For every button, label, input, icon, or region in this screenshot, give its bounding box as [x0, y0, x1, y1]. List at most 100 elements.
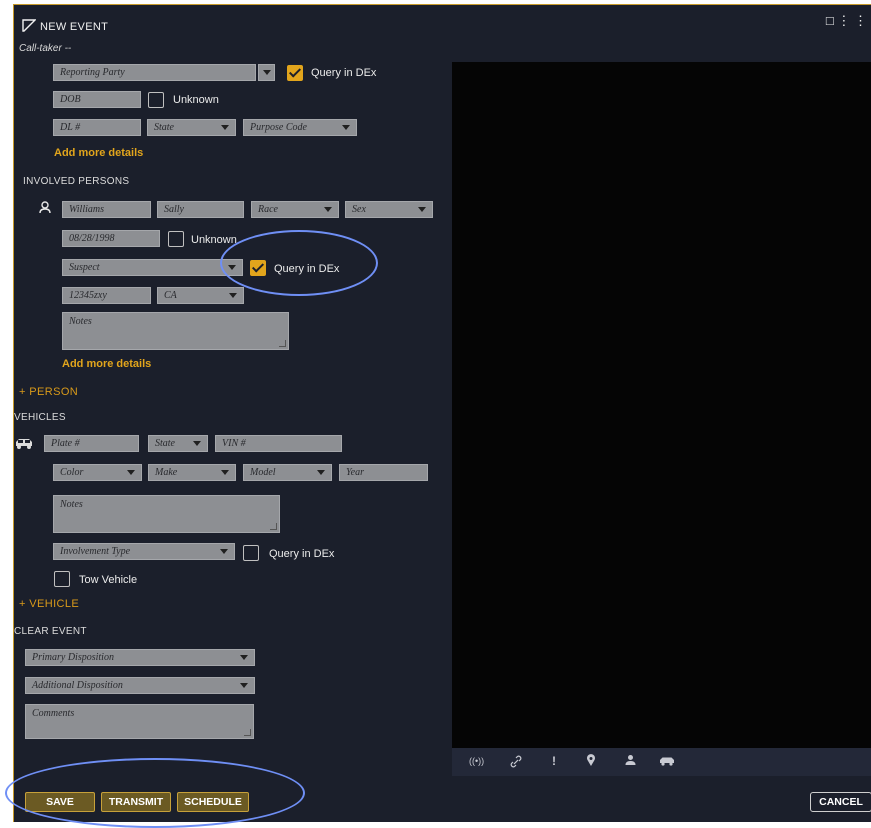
- vehicle-vin-input[interactable]: VIN #: [215, 435, 342, 452]
- person-icon[interactable]: [625, 754, 636, 766]
- person-sex-select[interactable]: Sex: [345, 201, 433, 218]
- person-race-select[interactable]: Race: [251, 201, 339, 218]
- primary-disposition-placeholder: Primary Disposition: [32, 652, 114, 663]
- resize-grip-icon[interactable]: [270, 523, 277, 530]
- resize-grip-icon[interactable]: [244, 729, 251, 736]
- dob-input[interactable]: DOB: [53, 91, 141, 108]
- comments-textarea[interactable]: Comments: [25, 704, 254, 739]
- vehicle-state-select[interactable]: State: [148, 435, 208, 452]
- chevron-down-icon: [228, 265, 236, 270]
- person-id-value: 12345zxy: [69, 290, 107, 301]
- person-query-dex-label: Query in DEx: [274, 263, 340, 275]
- chevron-down-icon: [418, 207, 426, 212]
- person-race-placeholder: Race: [258, 204, 278, 215]
- chevron-down-icon: [240, 655, 248, 660]
- person-notes-textarea[interactable]: Notes: [62, 312, 289, 350]
- map-preview-pane[interactable]: [452, 62, 871, 748]
- chevron-down-icon: [317, 470, 325, 475]
- vehicle-color-select[interactable]: Color: [53, 464, 142, 481]
- person-first-name-input[interactable]: Sally: [157, 201, 244, 218]
- vehicle-year-input[interactable]: Year: [339, 464, 428, 481]
- alert-icon[interactable]: !: [552, 754, 556, 768]
- person-query-dex-checkbox[interactable]: [250, 260, 266, 276]
- reporting-add-more-details-link[interactable]: Add more details: [54, 147, 143, 159]
- person-first-name-value: Sally: [164, 204, 184, 215]
- dl-number-input[interactable]: DL #: [53, 119, 141, 136]
- reporting-query-dex-checkbox[interactable]: [287, 65, 303, 81]
- additional-disposition-placeholder: Additional Disposition: [32, 680, 123, 691]
- person-state-value: CA: [164, 290, 177, 301]
- additional-disposition-select[interactable]: Additional Disposition: [25, 677, 255, 694]
- reporting-party-dropdown-button[interactable]: [258, 64, 275, 81]
- reporting-party-select[interactable]: Reporting Party: [53, 64, 256, 81]
- cancel-button[interactable]: CANCEL: [810, 792, 871, 812]
- person-add-more-details-link[interactable]: Add more details: [62, 358, 151, 370]
- event-toolbar: ((•)) !: [452, 748, 871, 776]
- comments-placeholder: Comments: [32, 708, 75, 719]
- vehicle-query-dex-label: Query in DEx: [269, 548, 335, 560]
- person-dob-unknown-label: Unknown: [191, 234, 237, 246]
- chevron-down-icon: [220, 549, 228, 554]
- primary-disposition-select[interactable]: Primary Disposition: [25, 649, 255, 666]
- vehicle-make-select[interactable]: Make: [148, 464, 236, 481]
- vehicle-model-select[interactable]: Model: [243, 464, 332, 481]
- close-icon[interactable]: ⋮: [854, 13, 867, 28]
- chevron-down-icon: [229, 293, 237, 298]
- vehicle-query-dex-checkbox[interactable]: [243, 545, 259, 561]
- vehicle-notes-textarea[interactable]: Notes: [53, 495, 280, 533]
- vehicle-make-placeholder: Make: [155, 467, 178, 478]
- more-options-icon[interactable]: ⋮: [837, 13, 850, 28]
- reporting-party-placeholder: Reporting Party: [60, 67, 125, 78]
- person-state-select[interactable]: CA: [157, 287, 244, 304]
- person-dob-value: 08/28/1998: [69, 233, 115, 244]
- chevron-down-icon: [127, 470, 135, 475]
- purpose-code-placeholder: Purpose Code: [250, 122, 307, 133]
- window-controls: □ ⋮ ⋮: [826, 13, 867, 29]
- vehicle-involvement-select[interactable]: Involvement Type: [53, 543, 235, 560]
- person-dob-unknown-checkbox[interactable]: [168, 231, 184, 247]
- link-icon[interactable]: [510, 755, 522, 768]
- edit-icon: [22, 19, 37, 32]
- person-notes-placeholder: Notes: [69, 316, 92, 327]
- transmit-button[interactable]: TRANSMIT: [101, 792, 171, 812]
- new-event-window: NEW EVENT Call-taker -- □ ⋮ ⋮ Reporting …: [13, 4, 871, 822]
- call-taker-label: Call-taker --: [19, 43, 72, 54]
- minimize-icon[interactable]: □: [826, 13, 834, 28]
- vehicle-year-placeholder: Year: [346, 467, 364, 478]
- person-dob-input[interactable]: 08/28/1998: [62, 230, 160, 247]
- tow-vehicle-checkbox[interactable]: [54, 571, 70, 587]
- add-person-button[interactable]: + PERSON: [19, 386, 78, 398]
- window-title-text: NEW EVENT: [40, 21, 109, 33]
- person-last-name-input[interactable]: Williams: [62, 201, 151, 218]
- clear-event-heading: CLEAR EVENT: [14, 626, 87, 637]
- vehicle-involvement-placeholder: Involvement Type: [60, 546, 131, 557]
- chevron-down-icon: [240, 683, 248, 688]
- chevron-down-icon: [324, 207, 332, 212]
- vehicle-model-placeholder: Model: [250, 467, 276, 478]
- person-sex-placeholder: Sex: [352, 204, 366, 215]
- chevron-down-icon: [263, 70, 271, 75]
- dl-state-placeholder: State: [154, 122, 174, 133]
- location-pin-icon[interactable]: [586, 754, 596, 767]
- chevron-down-icon: [193, 441, 201, 446]
- vehicles-heading: VEHICLES: [14, 412, 66, 423]
- vehicle-notes-placeholder: Notes: [60, 499, 83, 510]
- save-button[interactable]: SAVE: [25, 792, 95, 812]
- schedule-button[interactable]: SCHEDULE: [177, 792, 249, 812]
- vehicle-plate-placeholder: Plate #: [51, 438, 80, 449]
- dl-state-select[interactable]: State: [147, 119, 236, 136]
- person-icon: [39, 201, 51, 214]
- purpose-code-select[interactable]: Purpose Code: [243, 119, 357, 136]
- vehicle-plate-input[interactable]: Plate #: [44, 435, 139, 452]
- radio-icon[interactable]: ((•)): [469, 756, 484, 766]
- chevron-down-icon: [221, 125, 229, 130]
- vehicle-icon[interactable]: [659, 756, 675, 766]
- person-id-input[interactable]: 12345zxy: [62, 287, 151, 304]
- chevron-down-icon: [221, 470, 229, 475]
- reporting-query-dex-label: Query in DEx: [311, 67, 377, 79]
- resize-grip-icon[interactable]: [279, 340, 286, 347]
- involved-persons-heading: INVOLVED PERSONS: [23, 176, 130, 187]
- person-role-select[interactable]: Suspect: [62, 259, 243, 276]
- dob-unknown-checkbox[interactable]: [148, 92, 164, 108]
- add-vehicle-button[interactable]: + VEHICLE: [19, 598, 79, 610]
